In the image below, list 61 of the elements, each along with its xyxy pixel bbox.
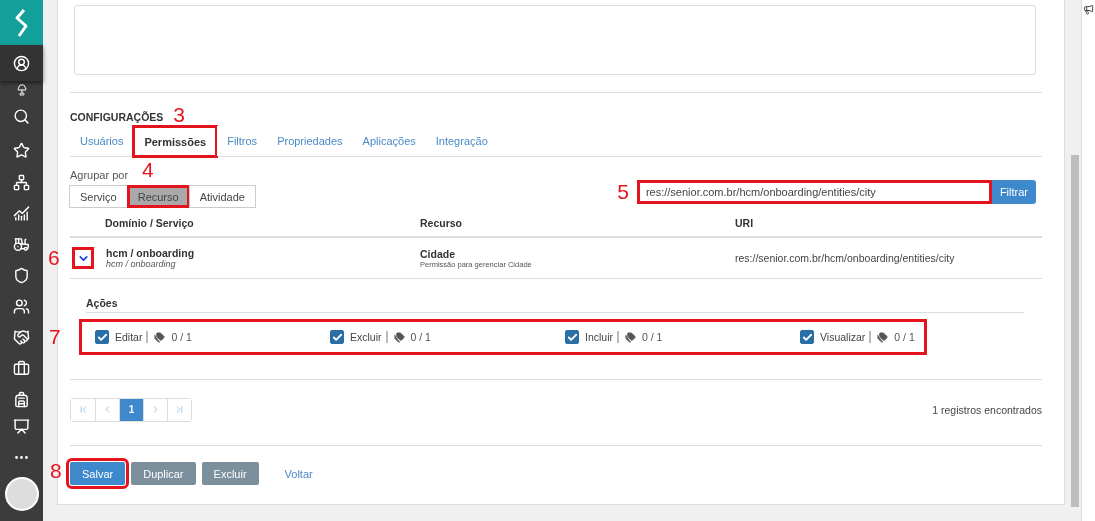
group-by-label: Agrupar por xyxy=(70,169,129,181)
callout-number: 8 xyxy=(50,460,62,482)
last-page-icon xyxy=(174,404,185,415)
action-button[interactable]: Excluir xyxy=(201,462,259,485)
checkbox[interactable] xyxy=(800,330,814,344)
action-count: 0 / 1 xyxy=(894,331,915,343)
shield-icon[interactable] xyxy=(13,267,30,284)
action-count: 0 / 1 xyxy=(642,331,663,343)
actions-title: Ações xyxy=(86,296,118,309)
tab[interactable]: Permissões xyxy=(133,126,218,157)
group-option[interactable]: Serviço xyxy=(69,185,128,208)
tractor-icon[interactable] xyxy=(13,236,30,253)
lamp-icon[interactable] xyxy=(15,84,28,96)
callout-number: 7 xyxy=(49,326,61,348)
table-cell-text: res://senior.com.br/hcm/onboarding/entities/city xyxy=(735,252,956,264)
tags-icon xyxy=(877,331,889,343)
table-cell-text: Cidade xyxy=(420,247,456,260)
tags-icon xyxy=(154,331,166,343)
callout-number: 3 xyxy=(173,104,186,126)
action-label: Excluir xyxy=(350,331,388,343)
expand-toggle[interactable] xyxy=(72,247,94,269)
action-label: Incluir xyxy=(585,331,619,343)
checkbox[interactable] xyxy=(95,330,109,344)
hierarchy-icon[interactable] xyxy=(13,174,30,191)
action-button[interactable]: Duplicar xyxy=(131,462,196,485)
column-header: Recurso xyxy=(420,216,463,229)
action-label: Visualizar xyxy=(820,331,872,343)
briefcase-icon[interactable] xyxy=(13,360,30,377)
backpack-icon[interactable] xyxy=(13,391,30,408)
board-icon[interactable] xyxy=(13,417,30,435)
tags-icon xyxy=(625,331,636,343)
search-icon[interactable] xyxy=(13,107,30,125)
column-header: URI xyxy=(735,216,755,229)
filter-field[interactable]: res://senior.com.br/hcm/onboarding/entities/city xyxy=(636,179,992,204)
group-option[interactable]: Atividade xyxy=(188,185,256,208)
checkbox[interactable] xyxy=(565,330,579,344)
chart-icon[interactable] xyxy=(13,205,30,222)
filter-button[interactable]: Filtrar xyxy=(991,179,1036,204)
section-title: CONFIGURAÇÕES xyxy=(70,111,164,125)
group-option[interactable]: Recurso xyxy=(126,185,190,208)
team-icon[interactable] xyxy=(13,298,30,315)
back-link[interactable]: Voltar xyxy=(272,462,325,485)
megaphone-icon[interactable] xyxy=(1083,4,1094,15)
records-count: 1 registros encontrados xyxy=(932,403,1042,416)
callout-number: 5 xyxy=(617,180,629,203)
table-cell: hcm / onboarding xyxy=(106,247,195,259)
user-icon[interactable] xyxy=(13,54,30,72)
column-header: Domínio / Serviço xyxy=(104,216,195,229)
avatar[interactable] xyxy=(4,477,39,511)
tags-icon xyxy=(393,331,405,343)
table-cell-subtitle: hcm / onboarding xyxy=(106,259,176,269)
logo-icon[interactable] xyxy=(13,7,30,38)
action-label: Editar xyxy=(115,331,149,343)
callout-number: 6 xyxy=(48,247,60,269)
action-count: 0 / 1 xyxy=(171,331,192,343)
page-button[interactable]: 1 xyxy=(119,398,143,421)
checkbox[interactable] xyxy=(330,330,344,344)
callout-number: 4 xyxy=(142,159,154,181)
action-count: 0 / 1 xyxy=(410,331,431,343)
star-icon[interactable] xyxy=(13,141,30,159)
handshake-icon[interactable] xyxy=(13,329,30,346)
